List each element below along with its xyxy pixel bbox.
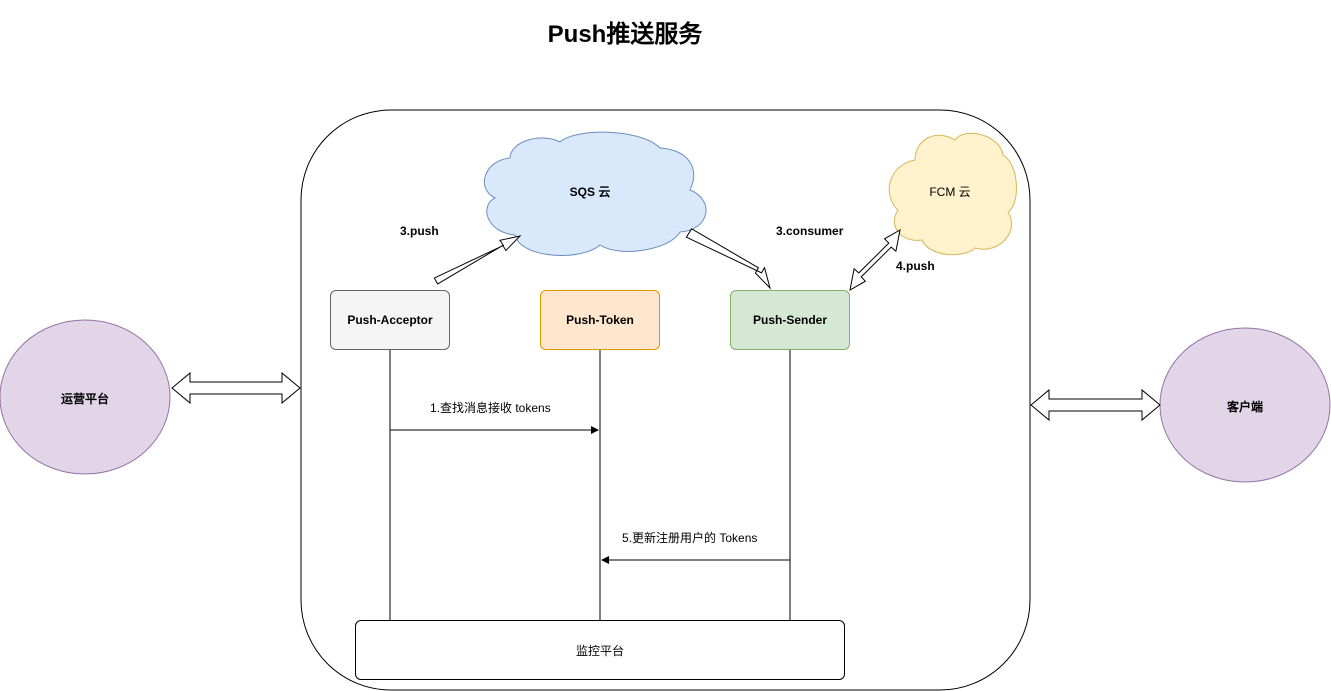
sqs-cloud-label: SQS 云 — [569, 185, 611, 199]
monitor-platform-box[interactable]: 监控平台 — [355, 620, 845, 680]
page-title: Push推送服务 — [547, 21, 703, 48]
update-tokens-label: 5.更新注册用户的 Tokens — [622, 531, 758, 545]
sqs-consumer-label: 3.consumer — [776, 224, 844, 238]
ops-bidirectional-arrow — [171, 371, 301, 405]
client-label: 客户端 — [1226, 400, 1263, 414]
push-token-label: Push-Token — [566, 313, 634, 327]
lookup-tokens-label: 1.查找消息接收 tokens — [430, 401, 551, 415]
push-to-sqs-label: 3.push — [400, 224, 439, 238]
fcm-push-label: 4.push — [896, 259, 935, 273]
diagram-canvas — [0, 109, 1331, 691]
push-sender-label: Push-Sender — [752, 313, 827, 327]
push-token-box[interactable]: Push-Token — [540, 290, 660, 350]
client-bidirectional-arrow — [1030, 388, 1161, 422]
monitor-platform-label: 监控平台 — [575, 643, 624, 658]
ops-platform-label: 运营平台 — [60, 392, 109, 406]
push-acceptor-label: Push-Acceptor — [347, 313, 433, 327]
push-acceptor-box[interactable]: Push-Acceptor — [330, 290, 450, 350]
push-sender-box[interactable]: Push-Sender — [730, 290, 850, 350]
fcm-cloud-label: FCM 云 — [929, 185, 971, 199]
